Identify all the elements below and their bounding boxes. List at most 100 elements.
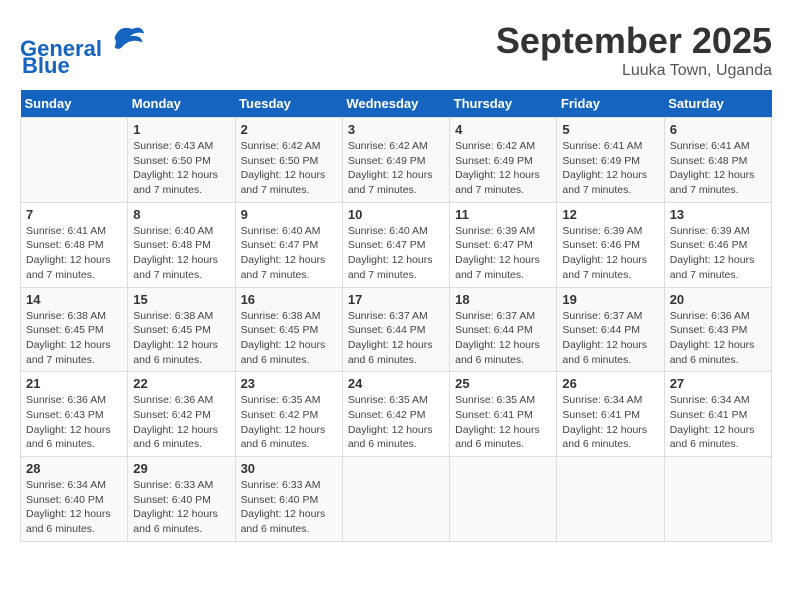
calendar-cell: 6 Sunrise: 6:41 AMSunset: 6:48 PMDaylight… [664,118,771,203]
calendar-cell: 27 Sunrise: 6:34 AMSunset: 6:41 PMDayligh… [664,372,771,457]
day-number: 4 [455,122,551,137]
day-info: Sunrise: 6:38 AMSunset: 6:45 PMDaylight:… [133,309,229,368]
calendar-cell: 14Sunrise: 6:38 AMSunset: 6:45 PMDayligh… [21,287,128,372]
header-day-monday: Monday [128,90,235,118]
calendar-cell [664,457,771,542]
title-block: September 2025 Luuka Town, Uganda [496,20,772,80]
day-info: Sunrise: 6:35 AMSunset: 6:42 PMDaylight:… [348,393,444,452]
calendar-header: SundayMondayTuesdayWednesdayThursdayFrid… [21,90,772,118]
day-number: 15 [133,292,229,307]
header-day-tuesday: Tuesday [235,90,342,118]
header-day-wednesday: Wednesday [342,90,449,118]
day-info: Sunrise: 6:37 AMSunset: 6:44 PMDaylight:… [562,309,658,368]
calendar-cell: 23 Sunrise: 6:35 AMSunset: 6:42 PMDayligh… [235,372,342,457]
day-info: Sunrise: 6:39 AMSunset: 6:46 PMDaylight:… [670,224,766,283]
header-day-sunday: Sunday [21,90,128,118]
day-info: Sunrise: 6:41 AMSunset: 6:48 PMDaylight:… [26,224,122,283]
day-number: 29 [133,461,229,476]
day-info: Sunrise: 6:37 AMSunset: 6:44 PMDaylight:… [348,309,444,368]
calendar-cell: 15 Sunrise: 6:38 AMSunset: 6:45 PMDayligh… [128,287,235,372]
calendar-cell: 20Sunrise: 6:36 AMSunset: 6:43 PMDayligh… [664,287,771,372]
calendar-cell [557,457,664,542]
day-info: Sunrise: 6:34 AMSunset: 6:41 PMDaylight:… [562,393,658,452]
calendar-cell: 24 Sunrise: 6:35 AMSunset: 6:42 PMDayligh… [342,372,449,457]
day-info: Sunrise: 6:42 AMSunset: 6:50 PMDaylight:… [241,139,337,198]
location: Luuka Town, Uganda [496,62,772,80]
calendar-cell: 25Sunrise: 6:35 AMSunset: 6:41 PMDayligh… [450,372,557,457]
calendar-cell: 22 Sunrise: 6:36 AMSunset: 6:42 PMDayligh… [128,372,235,457]
day-number: 18 [455,292,551,307]
calendar-cell: 10 Sunrise: 6:40 AMSunset: 6:47 PMDayligh… [342,202,449,287]
calendar-cell [21,118,128,203]
day-number: 6 [670,122,766,137]
day-info: Sunrise: 6:34 AMSunset: 6:41 PMDaylight:… [670,393,766,452]
day-info: Sunrise: 6:35 AMSunset: 6:42 PMDaylight:… [241,393,337,452]
day-number: 5 [562,122,658,137]
month-title: September 2025 [496,20,772,62]
logo-bird-icon [110,20,146,56]
calendar-cell: 8Sunrise: 6:40 AMSunset: 6:48 PMDaylight… [128,202,235,287]
day-info: Sunrise: 6:38 AMSunset: 6:45 PMDaylight:… [241,309,337,368]
calendar-cell: 21Sunrise: 6:36 AMSunset: 6:43 PMDayligh… [21,372,128,457]
day-number: 7 [26,207,122,222]
day-info: Sunrise: 6:40 AMSunset: 6:48 PMDaylight:… [133,224,229,283]
day-info: Sunrise: 6:41 AMSunset: 6:49 PMDaylight:… [562,139,658,198]
calendar-cell: 12 Sunrise: 6:39 AMSunset: 6:46 PMDayligh… [557,202,664,287]
day-number: 26 [562,376,658,391]
week-row-3: 14Sunrise: 6:38 AMSunset: 6:45 PMDayligh… [21,287,772,372]
calendar-cell: 2 Sunrise: 6:42 AMSunset: 6:50 PMDaylight… [235,118,342,203]
day-info: Sunrise: 6:43 AMSunset: 6:50 PMDaylight:… [133,139,229,198]
day-number: 19 [562,292,658,307]
day-info: Sunrise: 6:36 AMSunset: 6:42 PMDaylight:… [133,393,229,452]
day-info: Sunrise: 6:33 AMSunset: 6:40 PMDaylight:… [133,478,229,537]
day-info: Sunrise: 6:36 AMSunset: 6:43 PMDaylight:… [26,393,122,452]
calendar-cell [450,457,557,542]
calendar-table: SundayMondayTuesdayWednesdayThursdayFrid… [20,90,772,542]
day-number: 24 [348,376,444,391]
calendar-cell: 1 Sunrise: 6:43 AMSunset: 6:50 PMDaylight… [128,118,235,203]
day-info: Sunrise: 6:40 AMSunset: 6:47 PMDaylight:… [241,224,337,283]
calendar-cell: 5 Sunrise: 6:41 AMSunset: 6:49 PMDaylight… [557,118,664,203]
week-row-4: 21Sunrise: 6:36 AMSunset: 6:43 PMDayligh… [21,372,772,457]
calendar-cell: 4 Sunrise: 6:42 AMSunset: 6:49 PMDaylight… [450,118,557,203]
calendar-cell: 19 Sunrise: 6:37 AMSunset: 6:44 PMDayligh… [557,287,664,372]
day-number: 9 [241,207,337,222]
day-info: Sunrise: 6:39 AMSunset: 6:46 PMDaylight:… [562,224,658,283]
calendar-cell: 30Sunrise: 6:33 AMSunset: 6:40 PMDayligh… [235,457,342,542]
day-info: Sunrise: 6:41 AMSunset: 6:48 PMDaylight:… [670,139,766,198]
day-number: 13 [670,207,766,222]
week-row-5: 28Sunrise: 6:34 AMSunset: 6:40 PMDayligh… [21,457,772,542]
day-info: Sunrise: 6:33 AMSunset: 6:40 PMDaylight:… [241,478,337,537]
day-number: 20 [670,292,766,307]
calendar-body: 1 Sunrise: 6:43 AMSunset: 6:50 PMDaylight… [21,118,772,542]
day-number: 22 [133,376,229,391]
calendar-cell [342,457,449,542]
day-number: 16 [241,292,337,307]
day-number: 12 [562,207,658,222]
header-row: SundayMondayTuesdayWednesdayThursdayFrid… [21,90,772,118]
page-header: General Blue September 2025 Luuka Town, … [20,20,772,80]
day-number: 1 [133,122,229,137]
calendar-cell: 26 Sunrise: 6:34 AMSunset: 6:41 PMDayligh… [557,372,664,457]
header-day-thursday: Thursday [450,90,557,118]
day-info: Sunrise: 6:42 AMSunset: 6:49 PMDaylight:… [455,139,551,198]
day-info: Sunrise: 6:39 AMSunset: 6:47 PMDaylight:… [455,224,551,283]
calendar-cell: 11 Sunrise: 6:39 AMSunset: 6:47 PMDayligh… [450,202,557,287]
day-number: 27 [670,376,766,391]
calendar-cell: 17 Sunrise: 6:37 AMSunset: 6:44 PMDayligh… [342,287,449,372]
day-number: 11 [455,207,551,222]
calendar-cell: 28Sunrise: 6:34 AMSunset: 6:40 PMDayligh… [21,457,128,542]
calendar-cell: 9 Sunrise: 6:40 AMSunset: 6:47 PMDaylight… [235,202,342,287]
day-info: Sunrise: 6:40 AMSunset: 6:47 PMDaylight:… [348,224,444,283]
header-day-saturday: Saturday [664,90,771,118]
calendar-cell: 3Sunrise: 6:42 AMSunset: 6:49 PMDaylight… [342,118,449,203]
day-info: Sunrise: 6:38 AMSunset: 6:45 PMDaylight:… [26,309,122,368]
day-number: 2 [241,122,337,137]
day-number: 25 [455,376,551,391]
day-number: 23 [241,376,337,391]
calendar-cell: 7 Sunrise: 6:41 AMSunset: 6:48 PMDaylight… [21,202,128,287]
day-number: 3 [348,122,444,137]
calendar-cell: 18Sunrise: 6:37 AMSunset: 6:44 PMDayligh… [450,287,557,372]
day-number: 17 [348,292,444,307]
day-number: 10 [348,207,444,222]
